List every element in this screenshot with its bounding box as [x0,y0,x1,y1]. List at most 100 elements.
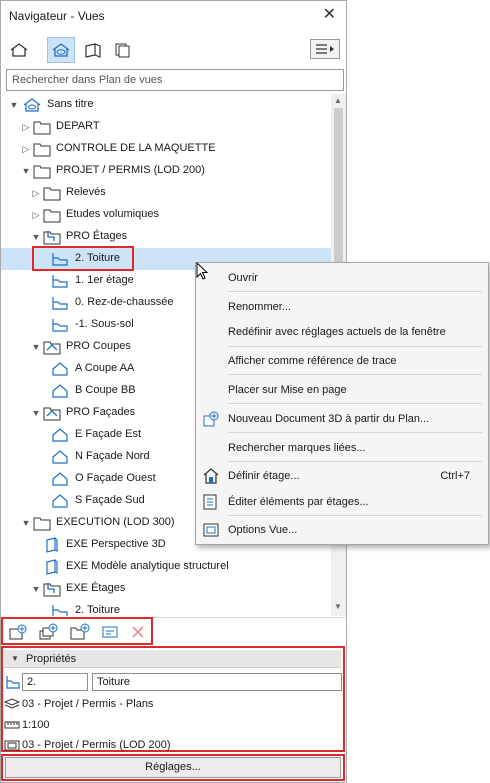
view-map-button[interactable] [47,37,75,63]
tree-item-depart[interactable]: ▷ DEPART [1,116,331,138]
chevron-down-icon[interactable]: ▼ [9,100,19,110]
story-view-icon [52,275,68,288]
layer-combination-row[interactable]: 03 - Projet / Permis - Plans [4,695,334,713]
menu-separator [228,515,482,516]
tree-item-label: EXE Étages [66,582,126,594]
mouse-cursor-icon [196,262,208,280]
model-view-row[interactable]: 03 - Projet / Permis (LOD 200) [4,736,334,754]
scale-value: 1:100 [22,719,50,731]
actions-highlight [1,617,153,645]
menu-separator [228,346,482,347]
menu-item-rename[interactable]: Renommer... [228,301,291,313]
story-view-icon [52,605,68,616]
view-map-icon [52,43,70,57]
story-view-icon [52,319,68,332]
close-icon[interactable]: ✕ [323,6,336,24]
tree-item-label: EXE Perspective 3D [66,538,166,550]
chevron-right-icon[interactable]: ▷ [31,210,41,220]
chevron-down-icon[interactable]: ▼ [31,232,41,242]
view-options-icon [203,523,219,537]
tree-item-label: CONTROLE DE LA MAQUETTE [56,142,216,154]
view-map-icon [23,98,41,112]
tree-item-label: 0. Rez-de-chaussée [75,296,174,308]
story-view-icon [52,297,68,310]
view-name-field[interactable]: Toiture [92,673,342,691]
tree-item-label: B Coupe BB [75,384,136,396]
collapse-triangle-icon[interactable]: ▼ [11,654,19,663]
tree-item-label: PRO Coupes [66,340,131,352]
tree-item-pro-etages[interactable]: ▼ PRO Étages [1,226,331,248]
scroll-up-icon[interactable]: ▲ [334,96,342,105]
menu-item-redefine[interactable]: Redéfinir avec réglages actuels de la fe… [228,326,446,338]
layout-book-icon [85,43,101,58]
project-map-button[interactable] [5,37,33,63]
tree-item-etudes[interactable]: ▷ Etudes volumiques [1,204,331,226]
navigator-mode-bar [1,33,346,65]
tree-item-label: Relevés [66,186,106,198]
menu-separator [228,291,482,292]
chevron-down-icon[interactable]: ▼ [21,166,31,176]
scroll-down-icon[interactable]: ▼ [334,602,342,611]
chevron-right-icon[interactable]: ▷ [31,188,41,198]
elevation-view-icon [52,472,68,486]
tree-item-label: S Façade Sud [75,494,145,506]
tree-item-exe-etages[interactable]: ▼ EXE Étages [1,578,331,600]
folder-icon [43,187,61,201]
layout-book-button[interactable] [79,37,107,63]
tree-item-label: E Façade Est [75,428,142,440]
elevation-view-icon [52,494,68,508]
menu-item-view-options[interactable]: Options Vue... [228,524,297,536]
tree-item-exe-2-toiture[interactable]: 2. Toiture [1,600,331,616]
menu-item-place-on-layout[interactable]: Placer sur Mise en page [228,384,347,396]
folder-icon [43,209,61,223]
section-folder-icon [43,341,61,355]
menu-item-show-as-trace[interactable]: Afficher comme référence de trace [228,355,397,367]
tree-item-label: 1. 1er étage [75,274,134,286]
story-folder-icon [43,231,61,245]
chevron-right-icon[interactable]: ▷ [21,122,31,132]
chevron-down-icon[interactable]: ▼ [31,342,41,352]
view-id-field[interactable]: 2. [22,673,88,691]
tree-item-label: EXECUTION (LOD 300) [56,516,175,528]
tree-item-label: PROJET / PERMIS (LOD 200) [56,164,205,176]
elevation-view-icon [52,428,68,442]
tree-item-label: Sans titre [47,98,94,110]
tree-item-label: EXE Modèle analytique structurel [66,560,229,572]
layers-icon [4,698,20,709]
scale-row[interactable]: 1:100 [4,716,334,734]
tree-item-sans-titre[interactable]: ▼ Sans titre [1,94,331,116]
menu-separator [228,374,482,375]
tree-item-projet-permis[interactable]: ▼ PROJET / PERMIS (LOD 200) [1,160,331,182]
tree-item-exe-modele[interactable]: EXE Modèle analytique structurel [1,556,331,578]
settings-button[interactable]: Réglages... [5,757,341,778]
new-3d-document-icon [203,411,219,427]
folder-icon [33,143,51,157]
tree-item-controle[interactable]: ▷ CONTROLE DE LA MAQUETTE [1,138,331,160]
tree-item-label: -1. Sous-sol [75,318,134,330]
tree-item-label: DEPART [56,120,100,132]
titlebar: Navigateur - Vues ✕ [1,1,346,31]
tree-item-label: O Façade Ouest [75,472,156,484]
tree-item-releves[interactable]: ▷ Relevés [1,182,331,204]
project-map-icon [10,43,28,57]
menu-item-open[interactable]: Ouvrir [228,272,258,284]
properties-header[interactable]: ▼ Propriétés [4,650,341,668]
scale-ruler-icon [4,721,20,729]
folder-icon [33,165,51,179]
menu-item-edit-by-stories[interactable]: Éditer éléments par étages... [228,496,369,508]
menu-item-new-3d-document[interactable]: Nouveau Document 3D à partir du Plan... [228,413,429,425]
menu-item-find-markers[interactable]: Rechercher marques liées... [228,442,366,454]
chevron-right-icon[interactable]: ▷ [21,144,31,154]
menu-item-define-story[interactable]: Définir étage... [228,470,300,482]
chevron-down-icon[interactable]: ▼ [21,518,31,528]
properties-title: Propriétés [26,653,77,665]
tree-item-label: A Coupe AA [75,362,135,374]
tree-item-label: N Façade Nord [75,450,150,462]
chevron-down-icon[interactable]: ▼ [31,584,41,594]
chevron-down-icon[interactable]: ▼ [31,408,41,418]
tree-item-label: PRO Façades [66,406,136,418]
options-menu-button[interactable] [310,39,340,59]
search-input[interactable]: Rechercher dans Plan de vues [6,69,344,91]
elevation-view-icon [52,450,68,464]
publisher-sets-button[interactable] [109,37,137,63]
